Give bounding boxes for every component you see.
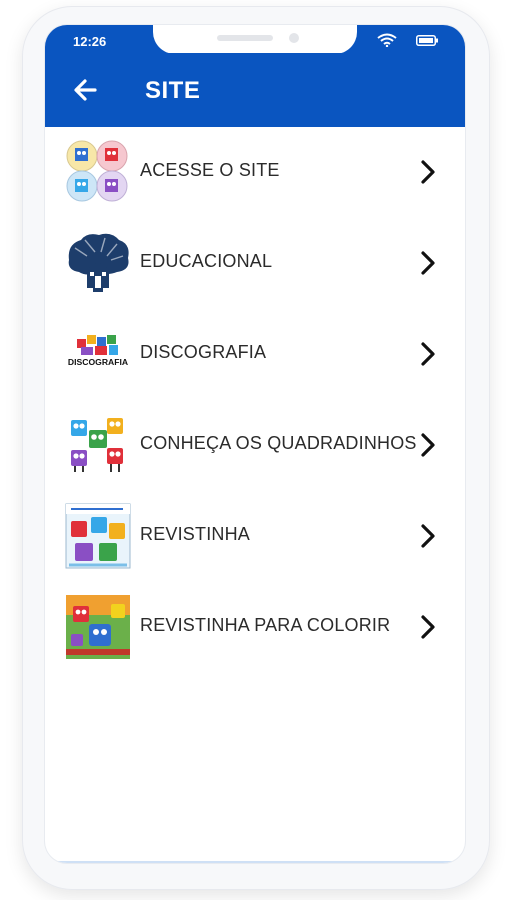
battery-icon <box>416 35 438 46</box>
discografia-logo: DISCOGRAFIA <box>68 335 128 367</box>
menu-item-label: CONHEÇA OS QUADRADINHOS <box>140 433 417 453</box>
chevron-right-icon <box>421 251 435 275</box>
screen-bottom-edge <box>45 861 465 863</box>
menu-item-label: DISCOGRAFIA <box>140 342 267 362</box>
phone-notch <box>153 25 357 54</box>
chevron-right-icon <box>421 433 435 457</box>
menu-list: ACESSE O SITE EDUCACIONAL DISCOGRAFIA DI… <box>45 127 465 673</box>
menu-item-label: REVISTINHA <box>140 524 251 544</box>
menu-item-label: ACESSE O SITE <box>140 160 280 180</box>
chevron-right-icon <box>421 342 435 366</box>
chevron-right-icon <box>421 524 435 548</box>
menu-item-label: REVISTINHA PARA COLORIR <box>140 615 391 635</box>
menu-item-revistinha[interactable]: REVISTINHA <box>45 491 465 582</box>
chevron-right-icon <box>421 615 435 639</box>
menu-item-educacional[interactable]: EDUCACIONAL <box>45 218 465 309</box>
characters-group-thumbnail <box>71 418 123 472</box>
tree-house-icon <box>68 233 129 292</box>
comic-cover-thumbnail <box>65 503 131 569</box>
app-screen: 12:26 SITE ACESSE O SITE EDUCACIONAL DIS… <box>45 25 465 863</box>
menu-item-acesse-o-site[interactable]: ACESSE O SITE <box>45 127 465 218</box>
coloring-book-cover-thumbnail <box>66 595 130 659</box>
back-arrow-icon[interactable] <box>69 75 105 105</box>
menu-item-conheca-os-quadradinhos[interactable]: CONHEÇA OS QUADRADINHOS <box>45 400 465 491</box>
chevron-right-icon <box>421 160 435 184</box>
app-bar: SITE <box>45 53 465 127</box>
speaker-grille <box>217 35 273 41</box>
wifi-icon <box>377 33 397 47</box>
status-time: 12:26 <box>73 34 107 49</box>
front-camera <box>289 33 299 43</box>
page-title: SITE <box>145 77 201 104</box>
menu-item-label: EDUCACIONAL <box>140 251 273 271</box>
menu-item-discografia[interactable]: DISCOGRAFIA DISCOGRAFIA <box>45 309 465 400</box>
characters-thumbnail <box>66 140 128 202</box>
discografia-logo-text: DISCOGRAFIA <box>68 357 128 367</box>
menu-item-revistinha-para-colorir[interactable]: REVISTINHA PARA COLORIR <box>45 582 465 673</box>
